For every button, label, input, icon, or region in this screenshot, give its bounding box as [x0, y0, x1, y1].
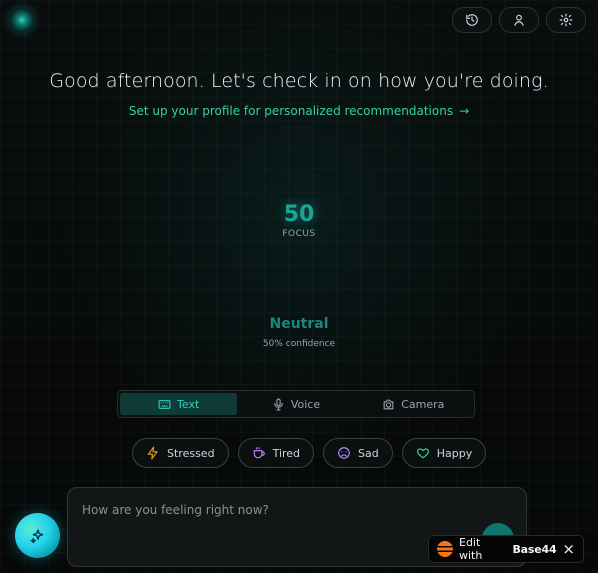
mood-label: Neutral	[269, 316, 329, 332]
mood-chip-tired-label: Tired	[272, 446, 301, 460]
user-icon	[514, 14, 524, 26]
tab-text[interactable]: Text	[120, 393, 238, 415]
quick-mood-chips: Stressed Tired Sad Happy	[132, 438, 487, 468]
sad-face-icon	[338, 447, 350, 459]
profile-setup-link-label: Set up your profile for personalized rec…	[128, 104, 454, 118]
profile-button[interactable]	[499, 7, 539, 33]
history-button[interactable]	[452, 7, 492, 33]
app-logo-orb	[10, 8, 34, 32]
settings-button[interactable]	[546, 7, 586, 33]
tab-voice-label: Voice	[290, 397, 321, 411]
mood-chip-tired[interactable]: Tired	[237, 438, 315, 468]
badge-brand: Base44	[512, 542, 557, 556]
badge-prefix: Edit with	[459, 536, 483, 562]
profile-setup-link[interactable]: Set up your profile for personalized rec…	[0, 104, 598, 118]
header-actions	[452, 7, 586, 33]
edit-with-base44-badge[interactable]: Edit with Base44 ×	[428, 535, 584, 563]
mood-chip-sad[interactable]: Sad	[323, 438, 393, 468]
focus-score: 50 FOCUS	[0, 202, 598, 239]
mood-confidence: 50% confidence	[262, 339, 336, 349]
microphone-icon	[274, 398, 283, 410]
mood-chip-stressed[interactable]: Stressed	[132, 438, 229, 468]
ai-assistant-button[interactable]	[15, 513, 60, 558]
arrow-right-icon: →	[459, 104, 470, 118]
detected-mood: Neutral 50% confidence	[0, 316, 598, 349]
focus-score-label: FOCUS	[282, 229, 316, 239]
mood-chip-happy-label: Happy	[436, 446, 473, 460]
tab-camera-label: Camera	[401, 397, 445, 411]
close-icon[interactable]: ×	[562, 541, 575, 557]
input-mode-tabs: Text Voice Camera	[117, 390, 475, 418]
lightning-icon	[147, 446, 158, 460]
camera-icon	[383, 399, 394, 409]
gear-icon	[559, 13, 573, 27]
tab-voice[interactable]: Voice	[237, 393, 354, 415]
sparkle-icon	[30, 528, 43, 543]
mood-chip-stressed-label: Stressed	[167, 446, 215, 460]
feeling-input[interactable]	[80, 502, 494, 518]
heart-icon	[416, 448, 429, 459]
mood-chip-happy[interactable]: Happy	[401, 438, 487, 468]
tab-text-label: Text	[177, 397, 200, 411]
base44-logo-icon	[437, 541, 453, 557]
greeting-heading: Good afternoon. Let's check in on how yo…	[49, 70, 549, 92]
history-icon	[466, 14, 478, 26]
coffee-icon	[253, 447, 265, 459]
tab-camera[interactable]: Camera	[355, 393, 472, 415]
focus-score-value: 50	[283, 202, 315, 227]
keyboard-icon	[158, 399, 171, 409]
mood-chip-sad-label: Sad	[358, 446, 379, 460]
